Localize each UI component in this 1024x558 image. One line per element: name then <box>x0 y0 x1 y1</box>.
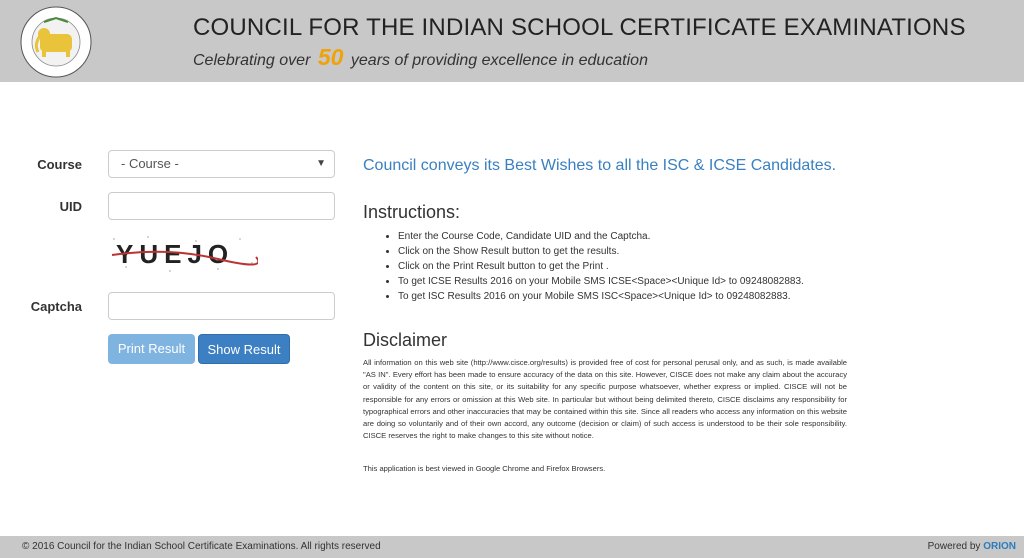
browser-note: This application is best viewed in Googl… <box>363 464 606 473</box>
captcha-input[interactable] <box>108 292 335 320</box>
disclaimer-text: All information on this web site (http:/… <box>363 358 847 441</box>
instruction-item: To get ISC Results 2016 on your Mobile S… <box>398 289 804 304</box>
instruction-item: Enter the Course Code, Candidate UID and… <box>398 229 804 244</box>
captcha-label: Captcha <box>30 299 82 314</box>
instructions-list: Enter the Course Code, Candidate UID and… <box>380 229 804 304</box>
print-result-button[interactable]: Print Result <box>108 334 195 364</box>
tagline-suffix: years of providing excellence in educati… <box>350 52 648 69</box>
site-header: COUNCIL FOR THE INDIAN SCHOOL CERTIFICAT… <box>0 0 1024 82</box>
instruction-item: To get ICSE Results 2016 on your Mobile … <box>398 274 804 289</box>
tagline-prefix: Celebrating over <box>193 52 311 69</box>
course-select-value: - Course - <box>121 156 179 171</box>
uid-label: UID <box>59 199 82 214</box>
captcha-image: YUEJO <box>108 233 258 275</box>
site-footer: © 2016 Council for the Indian School Cer… <box>0 536 1024 558</box>
organization-title: COUNCIL FOR THE INDIAN SCHOOL CERTIFICAT… <box>193 14 966 41</box>
powered-by-label: Powered by <box>927 541 981 552</box>
show-result-button[interactable]: Show Result <box>198 334 290 364</box>
instruction-item: Click on the Show Result button to get t… <box>398 244 804 259</box>
copyright-text: © 2016 Council for the Indian School Cer… <box>22 541 381 552</box>
captcha-text: YUEJO <box>116 239 234 269</box>
instructions-heading: Instructions: <box>363 202 461 222</box>
powered-by: Powered by ORION <box>928 541 1016 552</box>
course-select[interactable]: - Course - ▼ <box>108 150 335 178</box>
disclaimer-heading: Disclaimer <box>363 330 448 350</box>
tagline: Celebrating over 50 years of providing e… <box>193 44 648 71</box>
uid-input[interactable] <box>108 192 335 220</box>
cisce-logo <box>20 6 92 78</box>
course-label: Course <box>37 157 82 172</box>
instruction-item: Click on the Print Result button to get … <box>398 259 804 274</box>
powered-by-brand-link[interactable]: ORION <box>983 541 1016 552</box>
chevron-down-icon: ▼ <box>316 158 326 169</box>
best-wishes-message: Council conveys its Best Wishes to all t… <box>363 157 837 174</box>
tagline-number: 50 <box>317 44 344 70</box>
